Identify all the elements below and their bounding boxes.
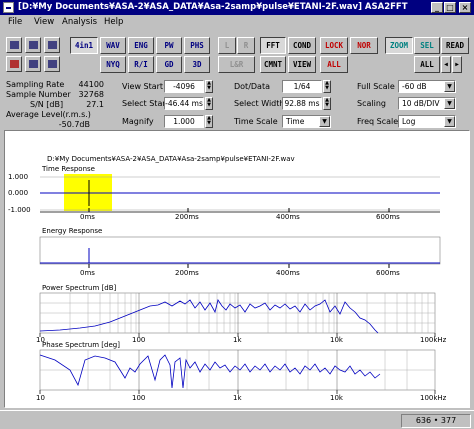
energy-response-title: Energy Response xyxy=(42,227,103,235)
phase-x-100: 100 xyxy=(132,394,146,402)
time-x-0ms: 0ms xyxy=(80,213,95,221)
time-y-max: 1.000 xyxy=(8,173,29,181)
phase-x-10: 10 xyxy=(36,394,45,402)
time-response-plot xyxy=(40,174,440,213)
time-response-title: Time Response xyxy=(42,165,95,173)
phase-x-1k: 1k xyxy=(233,394,242,402)
status-bar: 636 • 377 xyxy=(0,410,474,429)
time-x-200ms: 200ms xyxy=(175,213,199,221)
phase-x-100khz: 100kHz xyxy=(420,394,447,402)
power-spectrum-title: Power Spectrum [dB] xyxy=(42,284,117,292)
power-x-1k: 1k xyxy=(233,336,242,344)
time-x-600ms: 600ms xyxy=(376,213,400,221)
energy-x-0ms: 0ms xyxy=(80,269,95,277)
phase-spectrum-trace xyxy=(39,354,381,389)
time-x-400ms: 400ms xyxy=(276,213,300,221)
time-y-zero: 0.000 xyxy=(8,189,29,197)
plot-canvas[interactable] xyxy=(0,0,474,429)
energy-x-200ms: 200ms xyxy=(175,269,199,277)
power-spectrum-plot xyxy=(39,292,436,334)
energy-x-600ms: 600ms xyxy=(376,269,400,277)
phase-spectrum-title: Phase Spectrum [deg] xyxy=(42,341,120,349)
energy-x-400ms: 400ms xyxy=(276,269,300,277)
time-y-min: -1.000 xyxy=(8,206,31,214)
power-x-100khz: 100kHz xyxy=(420,336,447,344)
power-x-100: 100 xyxy=(132,336,146,344)
power-x-10k: 10k xyxy=(330,336,343,344)
phase-spectrum-plot xyxy=(39,349,436,391)
cursor-coordinates: 636 • 377 xyxy=(401,414,471,428)
phase-x-10k: 10k xyxy=(330,394,343,402)
energy-response-plot xyxy=(39,236,441,268)
